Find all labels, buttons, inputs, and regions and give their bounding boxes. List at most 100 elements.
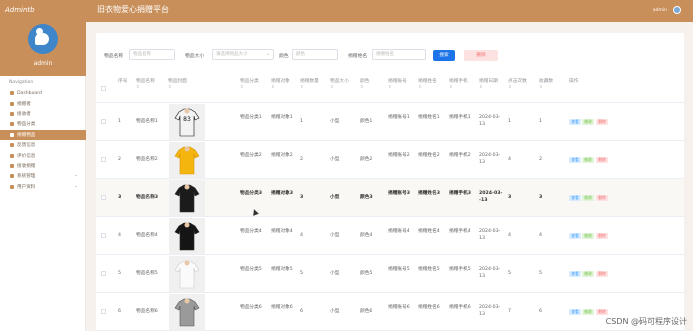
delete-button[interactable]: 删除 bbox=[596, 233, 608, 239]
select-all-checkbox[interactable] bbox=[101, 86, 106, 91]
item-name-input[interactable]: 物品名称 bbox=[129, 49, 175, 60]
item-thumbnail bbox=[169, 142, 205, 178]
sidebar-item-4[interactable]: 捐赠物品 bbox=[0, 129, 86, 140]
edit-button[interactable]: 修改 bbox=[582, 195, 594, 201]
sidebar-item-0[interactable]: Dashboard bbox=[0, 88, 86, 98]
column-header[interactable]: 物品封面 ⇕ bbox=[168, 79, 187, 91]
cell-date-part: 13 bbox=[479, 311, 485, 317]
row-checkbox[interactable] bbox=[101, 271, 106, 276]
edit-button[interactable]: 修改 bbox=[582, 119, 594, 125]
edit-button[interactable]: 修改 bbox=[582, 157, 594, 163]
cell-name: 物品名称6 bbox=[136, 309, 158, 314]
column-header[interactable]: 捐赠账号 ⇕ bbox=[388, 79, 407, 91]
item-thumbnail bbox=[169, 218, 205, 254]
cell-category: 物品分类2 bbox=[240, 153, 262, 158]
delete-button[interactable]: 删除 bbox=[596, 195, 608, 201]
column-header-label: 物品大小 bbox=[330, 79, 349, 84]
delete-button[interactable]: 删除 bbox=[596, 119, 608, 125]
cell-phone: 捐赠手机4 bbox=[449, 229, 471, 234]
row-checkbox[interactable] bbox=[101, 309, 106, 314]
column-header[interactable]: 捐赠对象 ⇕ bbox=[271, 79, 290, 91]
view-button[interactable]: 查看 bbox=[569, 157, 581, 163]
sidebar-item-label: 捐赠者 bbox=[17, 101, 31, 107]
item-thumbnail bbox=[169, 180, 205, 216]
watermark: CSDN @码可程序设计 bbox=[605, 317, 687, 326]
header-username[interactable]: admin bbox=[653, 8, 667, 13]
column-header[interactable]: 捐赠手机 ⇕ bbox=[449, 79, 468, 91]
cell-phone: 捐赠手机3 bbox=[449, 191, 472, 196]
column-header-label: 颜色 bbox=[360, 79, 370, 84]
cell-date-part: 13 bbox=[479, 273, 485, 279]
delete-button[interactable]: 删除 bbox=[596, 157, 608, 163]
color-input[interactable]: 颜色 bbox=[292, 49, 338, 60]
row-checkbox[interactable] bbox=[101, 119, 106, 124]
table-row[interactable]: 2 物品名称2 物品分类2 捐赠对象2 2 小型 颜色2 捐赠账号2 捐赠姓名2 捐赠手机2 4 2 2… bbox=[96, 141, 684, 179]
cell-date: 2024-03- -13 bbox=[479, 191, 502, 204]
sidebar-item-8[interactable]: 系统管理 ⌄ bbox=[0, 171, 86, 181]
view-button[interactable]: 查看 bbox=[569, 309, 581, 315]
cell-date: 2024-03- 13 bbox=[479, 115, 500, 128]
column-header-label: 点击次数 bbox=[508, 79, 527, 84]
search-button[interactable]: 搜索 bbox=[433, 50, 455, 61]
item-size-select[interactable]: 请选择物品大小 ⌄ bbox=[212, 49, 274, 60]
cell-date-part: 2024-03- bbox=[479, 191, 503, 196]
column-header[interactable]: 物品大小 ⇕ bbox=[330, 79, 349, 91]
cell-date: 2024-03- 13 bbox=[479, 229, 500, 242]
sort-icon: ⇕ bbox=[136, 85, 140, 90]
sidebar-item-label: 物品分类 bbox=[17, 122, 36, 128]
column-header[interactable]: 操作 bbox=[569, 79, 578, 85]
user-avatar-icon[interactable] bbox=[673, 6, 681, 14]
sidebar-item-3[interactable]: 物品分类 bbox=[0, 119, 86, 129]
sort-icon: ⇕ bbox=[479, 85, 483, 90]
column-header[interactable]: 物品分类 ⇕ bbox=[240, 79, 259, 91]
sidebar-item-6[interactable]: 评价信息 bbox=[0, 150, 86, 160]
cell-phone: 捐赠手机2 bbox=[449, 153, 471, 158]
column-header[interactable]: 颜色 ⇕ bbox=[360, 79, 369, 91]
cell-date-part: 2024-03- bbox=[479, 267, 501, 272]
sort-icon: ⇕ bbox=[508, 85, 512, 90]
table-row[interactable]: 3 物品名称3 物品分类3 捐赠对象3 3 小型 颜色3 捐赠账号3 捐赠姓名3 捐赠手机3 3 3 2… bbox=[96, 179, 684, 217]
delete-button[interactable]: 删除 bbox=[596, 271, 608, 277]
delete-button[interactable]: 删除 bbox=[596, 309, 608, 315]
sidebar-item-2[interactable]: 接收者 bbox=[0, 109, 86, 119]
table-row[interactable]: 6 物品名称6 物品分类6 捐赠对象6 6 小型 颜色6 捐赠账号6 捐赠姓名6 捐赠手机6 7 6 2… bbox=[96, 293, 684, 331]
cell-category: 物品分类4 bbox=[240, 229, 262, 234]
cell-target: 捐赠对象4 bbox=[271, 229, 293, 234]
row-checkbox[interactable] bbox=[101, 195, 106, 200]
column-header[interactable]: 点击次数 ⇕ bbox=[508, 79, 527, 91]
column-header[interactable]: 收藏数 ⇕ bbox=[539, 79, 553, 91]
column-header[interactable]: 物品名称 ⇕ bbox=[136, 79, 155, 91]
table-row[interactable]: 4 物品名称4 物品分类4 捐赠对象4 4 小型 颜色4 捐赠账号4 捐赠姓名4 捐赠手机4 4 4 2… bbox=[96, 217, 684, 255]
sidebar-item-1[interactable]: 捐赠者 bbox=[0, 98, 86, 108]
view-button[interactable]: 查看 bbox=[569, 195, 581, 201]
edit-button[interactable]: 修改 bbox=[582, 233, 594, 239]
delete-button[interactable]: 删除 bbox=[464, 50, 498, 61]
sidebar-item-5[interactable]: 反馈信息 bbox=[0, 140, 86, 150]
cell-date: 2024-03- 13 bbox=[479, 267, 500, 280]
row-checkbox[interactable] bbox=[101, 233, 106, 238]
sort-icon: ⇕ bbox=[360, 85, 364, 90]
column-header[interactable]: 序号 bbox=[118, 79, 127, 85]
cell-account: 捐赠账号6 bbox=[388, 305, 410, 310]
view-button[interactable]: 查看 bbox=[569, 119, 581, 125]
cell-date-part: 13 bbox=[479, 121, 485, 127]
sidebar-item-7[interactable]: 接收捐赠 bbox=[0, 161, 86, 171]
row-checkbox[interactable] bbox=[101, 157, 106, 162]
column-header[interactable]: 捐赠姓名 ⇕ bbox=[418, 79, 437, 91]
cell-size: 小型 bbox=[330, 157, 340, 162]
cell-size: 小型 bbox=[330, 195, 340, 200]
app-logo[interactable]: Admintb bbox=[3, 3, 63, 17]
main-content: 物品名称 物品名称 物品大小 请选择物品大小 ⌄ 颜色 颜色 捐赠姓名 捐赠姓名… bbox=[86, 22, 693, 331]
cell-donor: 捐赠姓名1 bbox=[418, 115, 440, 120]
edit-button[interactable]: 修改 bbox=[582, 309, 594, 315]
sort-icon: ⇕ bbox=[271, 85, 275, 90]
column-header[interactable]: 捐赠数量 ⇕ bbox=[300, 79, 319, 91]
table-row[interactable]: 83 1 物品名称1 物品分类1 捐赠对象1 1 小型 颜色1 捐赠账号1 捐赠姓名1 捐赠手机1 1… bbox=[96, 103, 684, 141]
view-button[interactable]: 查看 bbox=[569, 233, 581, 239]
view-button[interactable]: 查看 bbox=[569, 271, 581, 277]
column-header[interactable]: 捐赠日期 ⇕ bbox=[479, 79, 498, 91]
donor-name-input[interactable]: 捐赠姓名 bbox=[372, 49, 426, 60]
table-row[interactable]: 5 物品名称5 物品分类5 捐赠对象5 5 小型 颜色5 捐赠账号5 捐赠姓名5 捐赠手机5 5 5 2… bbox=[96, 255, 684, 293]
edit-button[interactable]: 修改 bbox=[582, 271, 594, 277]
sidebar-item-9[interactable]: 用户资料 ⌄ bbox=[0, 182, 86, 192]
